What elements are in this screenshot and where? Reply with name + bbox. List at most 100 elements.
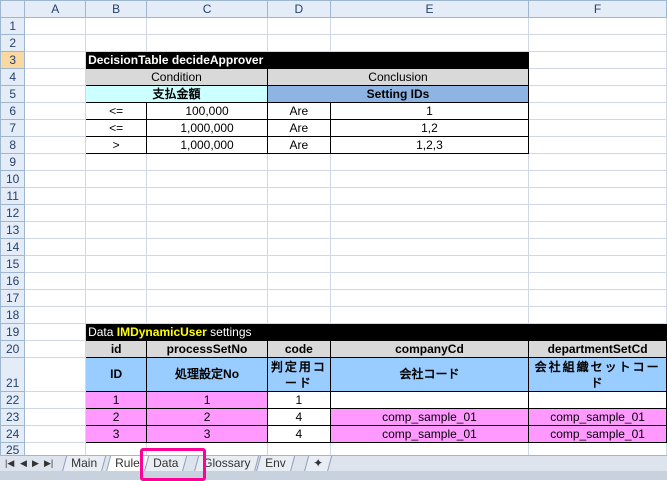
cell-B2[interactable] (85, 34, 148, 52)
cell-A7[interactable] (24, 119, 87, 137)
data-cell-departmentSetCd[interactable]: comp_sample_01 (528, 408, 667, 426)
cell-F11[interactable] (528, 187, 667, 205)
cell-A1[interactable] (24, 17, 87, 35)
cell-F8[interactable] (528, 136, 667, 154)
cell-E11[interactable] (329, 187, 530, 205)
data-header-companyCd[interactable]: companyCd (329, 340, 530, 358)
cell-C11[interactable] (146, 187, 268, 205)
cell-B1[interactable] (85, 17, 148, 35)
cell-D2[interactable] (266, 34, 331, 52)
row-header-9[interactable]: 9 (0, 153, 26, 171)
sheet-tab-main[interactable]: Main (61, 456, 107, 472)
cell-F9[interactable] (528, 153, 667, 171)
data-header-processSetNo[interactable]: processSetNo (146, 340, 268, 358)
row-header-7[interactable]: 7 (0, 119, 26, 137)
last-sheet-icon[interactable]: ▶| (44, 458, 53, 469)
row-header-22[interactable]: 22 (0, 391, 26, 409)
cell-A18[interactable] (24, 306, 87, 324)
cell-F17[interactable] (528, 289, 667, 307)
cell-A19[interactable] (24, 323, 87, 341)
cell-A17[interactable] (24, 289, 87, 307)
data-cell-id[interactable]: 1 (85, 391, 148, 409)
data-label[interactable]: 会社コード (329, 357, 530, 392)
cell-E10[interactable] (329, 170, 530, 188)
cell-A13[interactable] (24, 221, 87, 239)
cell-A14[interactable] (24, 238, 87, 256)
cell-B16[interactable] (85, 272, 148, 290)
cell-D17[interactable] (266, 289, 331, 307)
data-header-departmentSetCd[interactable]: departmentSetCd (528, 340, 667, 358)
cell-A25[interactable] (24, 442, 87, 455)
data-cell-processSetNo[interactable]: 2 (146, 408, 268, 426)
cell-F13[interactable] (528, 221, 667, 239)
cell-A4[interactable] (24, 68, 87, 86)
cell-A23[interactable] (24, 408, 87, 426)
row-header-15[interactable]: 15 (0, 255, 26, 273)
data-table-title[interactable]: Data IMDynamicUser settings (85, 323, 667, 341)
cell-E17[interactable] (329, 289, 530, 307)
cell-D9[interactable] (266, 153, 331, 171)
row-header-4[interactable]: 4 (0, 68, 26, 86)
cell-B15[interactable] (85, 255, 148, 273)
cell-D11[interactable] (266, 187, 331, 205)
rule-verb[interactable]: Are (266, 136, 331, 154)
cell-B11[interactable] (85, 187, 148, 205)
condition-header[interactable]: Condition (85, 68, 268, 86)
cell-E25[interactable] (329, 442, 530, 455)
cell-D16[interactable] (266, 272, 331, 290)
rule-value[interactable]: 1,000,000 (146, 119, 268, 137)
cell-D12[interactable] (266, 204, 331, 222)
cell-table[interactable]: A B C D E F 1 2 3 DecisionTable decideApprover 4 Co… (0, 0, 667, 455)
row-header-1[interactable]: 1 (0, 17, 26, 35)
column-header-C[interactable]: C (146, 0, 268, 18)
cell-A5[interactable] (24, 85, 87, 103)
row-header-10[interactable]: 10 (0, 170, 26, 188)
row-header-20[interactable]: 20 (0, 340, 26, 358)
cell-F6[interactable] (528, 102, 667, 120)
data-label[interactable]: 処理設定No (146, 357, 268, 392)
cell-A12[interactable] (24, 204, 87, 222)
cell-A11[interactable] (24, 187, 87, 205)
cell-C18[interactable] (146, 306, 268, 324)
cell-B18[interactable] (85, 306, 148, 324)
row-header-16[interactable]: 16 (0, 272, 26, 290)
data-cell-processSetNo[interactable]: 3 (146, 425, 268, 443)
cell-E13[interactable] (329, 221, 530, 239)
cell-C12[interactable] (146, 204, 268, 222)
cell-F5[interactable] (528, 85, 667, 103)
cell-F18[interactable] (528, 306, 667, 324)
rule-operator[interactable]: > (85, 136, 148, 154)
rule-ids[interactable]: 1 (329, 102, 530, 120)
cell-F2[interactable] (528, 34, 667, 52)
cell-E1[interactable] (329, 17, 530, 35)
cell-F7[interactable] (528, 119, 667, 137)
data-header-code[interactable]: code (266, 340, 331, 358)
cell-F10[interactable] (528, 170, 667, 188)
cell-A6[interactable] (24, 102, 87, 120)
row-header-13[interactable]: 13 (0, 221, 26, 239)
cell-D25[interactable] (266, 442, 331, 455)
data-label[interactable]: ID (85, 357, 148, 392)
data-cell-code[interactable]: 4 (266, 408, 331, 426)
cell-B14[interactable] (85, 238, 148, 256)
select-all-corner[interactable] (0, 0, 26, 18)
rule-ids[interactable]: 1,2,3 (329, 136, 530, 154)
column-header-D[interactable]: D (266, 0, 331, 18)
prev-sheet-icon[interactable]: ◀ (20, 458, 27, 469)
cell-A15[interactable] (24, 255, 87, 273)
data-cell-departmentSetCd[interactable] (528, 391, 667, 409)
cell-F3[interactable] (528, 51, 667, 69)
cell-E14[interactable] (329, 238, 530, 256)
cell-D13[interactable] (266, 221, 331, 239)
row-header-8[interactable]: 8 (0, 136, 26, 154)
cell-C13[interactable] (146, 221, 268, 239)
cell-A10[interactable] (24, 170, 87, 188)
rule-ids[interactable]: 1,2 (329, 119, 530, 137)
cell-A16[interactable] (24, 272, 87, 290)
spreadsheet-grid[interactable]: A B C D E F 1 2 3 DecisionTable decideApprover 4 Co… (0, 0, 667, 455)
first-sheet-icon[interactable]: |◀ (5, 458, 14, 469)
row-header-23[interactable]: 23 (0, 408, 26, 426)
row-header-14[interactable]: 14 (0, 238, 26, 256)
cell-C9[interactable] (146, 153, 268, 171)
cell-A3[interactable] (24, 51, 87, 69)
